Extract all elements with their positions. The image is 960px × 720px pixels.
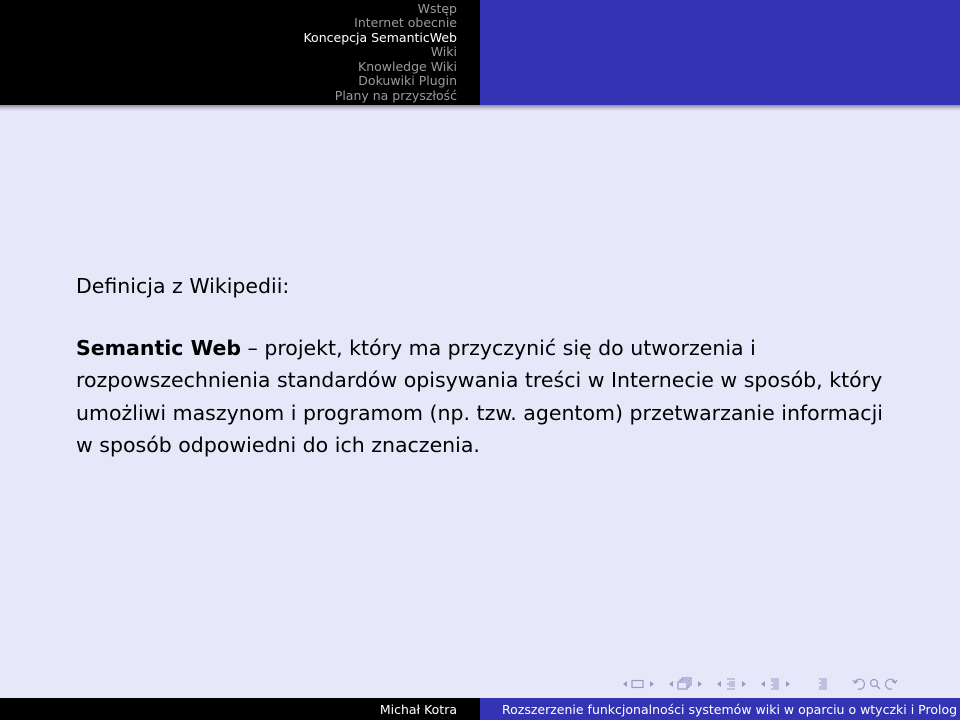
header-shadow — [0, 105, 960, 111]
nav-item-plany[interactable]: Plany na przyszłość — [335, 88, 457, 103]
footer-title: Rozszerzenie funkcjonalności systemów wi… — [480, 698, 960, 720]
section-icon[interactable] — [768, 677, 782, 691]
footer-author: Michał Kotra — [0, 698, 480, 720]
arrow-right-icon[interactable] — [646, 678, 658, 690]
nav-item-dokuwiki-plugin[interactable]: Dokuwiki Plugin — [358, 73, 457, 88]
frame-icon[interactable] — [630, 678, 646, 690]
header-blue-panel — [480, 0, 960, 105]
toc-icon[interactable] — [816, 677, 830, 691]
arrow-left-icon[interactable] — [666, 678, 676, 690]
section-navigation: Wstęp Internet obecnie Koncepcja Semanti… — [0, 0, 480, 105]
footer: Michał Kotra Rozszerzenie funkcjonalnośc… — [0, 698, 960, 720]
undo-icon[interactable] — [852, 677, 868, 691]
arrow-right-icon[interactable] — [694, 678, 706, 690]
header: Wstęp Internet obecnie Koncepcja Semanti… — [0, 0, 960, 105]
definition-paragraph: Semantic Web – projekt, który ma przyczy… — [76, 332, 906, 461]
search-icon[interactable] — [868, 677, 882, 691]
arrow-right-icon[interactable] — [782, 678, 794, 690]
redo-icon[interactable] — [882, 677, 898, 691]
nav-item-internet-obecnie[interactable]: Internet obecnie — [354, 16, 457, 31]
definition-term: Semantic Web — [76, 336, 242, 360]
slide-content: Definicja z Wikipedii: Semantic Web – pr… — [76, 273, 906, 461]
arrow-left-icon[interactable] — [758, 678, 768, 690]
nav-item-wstep[interactable]: Wstęp — [418, 1, 457, 16]
intro-text: Definicja z Wikipedii: — [76, 274, 290, 298]
nav-item-wiki[interactable]: Wiki — [431, 44, 457, 59]
subsection-frames-icon[interactable] — [676, 677, 694, 691]
subsection-icon[interactable] — [724, 677, 738, 691]
arrow-right-icon[interactable] — [738, 678, 750, 690]
arrow-left-icon[interactable] — [714, 678, 724, 690]
arrow-left-icon[interactable] — [620, 678, 630, 690]
nav-item-koncepcja-semanticweb[interactable]: Koncepcja SemanticWeb — [303, 30, 457, 45]
beamer-navigation-symbols — [620, 674, 898, 694]
nav-item-knowledge-wiki[interactable]: Knowledge Wiki — [358, 59, 457, 74]
